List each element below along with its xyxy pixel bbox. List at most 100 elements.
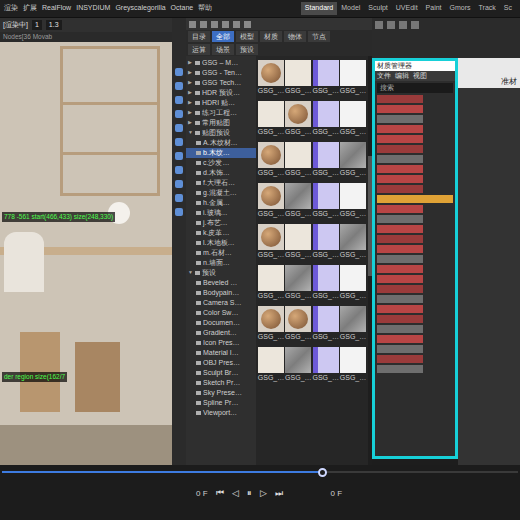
- material-thumb[interactable]: GSG_…: [340, 224, 366, 259]
- material-thumb[interactable]: GSG_…: [285, 347, 311, 382]
- material-thumb[interactable]: GSG_…: [313, 60, 339, 95]
- material-thumb[interactable]: GSG_…: [285, 306, 311, 341]
- material-row[interactable]: [377, 255, 423, 263]
- toolbar-icon[interactable]: [233, 21, 240, 28]
- material-row[interactable]: [377, 285, 423, 293]
- tree-item[interactable]: c.沙发…: [186, 158, 256, 168]
- material-row[interactable]: [377, 275, 423, 283]
- expand-icon[interactable]: ▶: [188, 79, 193, 87]
- browser-tab[interactable]: 全部: [212, 31, 234, 42]
- layout-tab[interactable]: Sculpt: [364, 2, 391, 15]
- tree-item[interactable]: ▶常用贴图: [186, 118, 256, 128]
- tree-item[interactable]: Bodypain…: [186, 288, 256, 298]
- material-thumb[interactable]: GSG_…: [313, 265, 339, 300]
- tree-item[interactable]: ▶GSG Tech…: [186, 78, 256, 88]
- search-field[interactable]: 搜索: [377, 83, 453, 93]
- material-thumb[interactable]: GSG_…: [285, 265, 311, 300]
- tree-item[interactable]: i.玻璃…: [186, 208, 256, 218]
- material-row[interactable]: [377, 135, 423, 143]
- expand-icon[interactable]: ▶: [188, 69, 193, 77]
- expand-icon[interactable]: ▼: [188, 269, 193, 277]
- material-thumb[interactable]: GSG_…: [258, 183, 284, 218]
- material-row[interactable]: [377, 355, 423, 363]
- material-thumb[interactable]: GSG_…: [285, 142, 311, 177]
- material-row[interactable]: [377, 185, 423, 193]
- tree-item[interactable]: l.木地板…: [186, 238, 256, 248]
- browser-tab[interactable]: 节点: [308, 31, 330, 42]
- tree-item[interactable]: Sketch Pr…: [186, 378, 256, 388]
- material-row[interactable]: [377, 165, 423, 173]
- material-thumb[interactable]: GSG_…: [258, 224, 284, 259]
- material-thumb[interactable]: GSG_…: [340, 306, 366, 341]
- tree-item[interactable]: Beveled …: [186, 278, 256, 288]
- tree-item[interactable]: Spline Pr…: [186, 398, 256, 408]
- material-row[interactable]: [377, 215, 423, 223]
- material-thumb[interactable]: GSG_…: [258, 347, 284, 382]
- tree-item[interactable]: Viewport…: [186, 408, 256, 418]
- material-thumb[interactable]: GSG_…: [340, 60, 366, 95]
- playhead[interactable]: [318, 468, 327, 477]
- tool-icon[interactable]: [175, 68, 183, 76]
- browser-tab[interactable]: 模型: [236, 31, 258, 42]
- browser-tab[interactable]: 目录: [188, 31, 210, 42]
- menu-item[interactable]: RealFlow: [42, 3, 71, 14]
- material-thumb[interactable]: GSG_…: [258, 101, 284, 136]
- layout-tab[interactable]: Track: [475, 2, 500, 15]
- material-thumb[interactable]: GSG_…: [258, 306, 284, 341]
- material-thumb[interactable]: GSG_…: [340, 265, 366, 300]
- material-thumb[interactable]: GSG_…: [313, 142, 339, 177]
- tree-item[interactable]: Gradient…: [186, 328, 256, 338]
- material-thumb[interactable]: GSG_…: [285, 224, 311, 259]
- expand-icon[interactable]: ▶: [188, 109, 193, 117]
- end-frame[interactable]: 0 F: [331, 488, 343, 500]
- menu-item[interactable]: 扩展: [23, 3, 37, 14]
- material-thumb[interactable]: GSG_…: [285, 60, 311, 95]
- toolbar-icon[interactable]: [189, 21, 196, 28]
- toolbar-icon[interactable]: [211, 21, 218, 28]
- menu-item[interactable]: 帮助: [198, 3, 212, 14]
- tree-item[interactable]: OBJ Pres…: [186, 358, 256, 368]
- tree-item[interactable]: n.墙面…: [186, 258, 256, 268]
- menu-item[interactable]: 渲染: [4, 3, 18, 14]
- layout-tab[interactable]: UVEdit: [392, 2, 422, 15]
- tool-icon[interactable]: [175, 124, 183, 132]
- tree-item[interactable]: ▶GSG - Ten…: [186, 68, 256, 78]
- tree-item[interactable]: Icon Pres…: [186, 338, 256, 348]
- tool-icon[interactable]: [175, 194, 183, 202]
- tree-item[interactable]: ▶HDR 预设…: [186, 88, 256, 98]
- tool-icon[interactable]: [175, 166, 183, 174]
- tree-item[interactable]: A.木纹材…: [186, 138, 256, 148]
- material-thumb[interactable]: GSG_…: [313, 347, 339, 382]
- tree-item[interactable]: j.布艺…: [186, 218, 256, 228]
- tree-item[interactable]: Documen…: [186, 318, 256, 328]
- toolbar-icon[interactable]: [375, 21, 383, 29]
- material-thumb[interactable]: GSG_…: [340, 101, 366, 136]
- playback-button[interactable]: ◁: [232, 487, 239, 501]
- material-row[interactable]: [377, 145, 423, 153]
- tool-icon[interactable]: [175, 138, 183, 146]
- material-row[interactable]: [377, 305, 423, 313]
- material-thumb[interactable]: GSG_…: [313, 101, 339, 136]
- material-thumb[interactable]: GSG_…: [285, 183, 311, 218]
- material-thumb[interactable]: GSG_…: [258, 265, 284, 300]
- playback-button[interactable]: ⏸: [247, 487, 252, 501]
- material-row[interactable]: [377, 365, 423, 373]
- tree-item[interactable]: Material I…: [186, 348, 256, 358]
- layout-tab[interactable]: Gmors: [446, 2, 475, 15]
- playback-button[interactable]: ▷: [260, 487, 267, 501]
- layout-tab[interactable]: Sc: [500, 2, 516, 15]
- timeline-track[interactable]: [0, 465, 520, 479]
- material-thumb[interactable]: GSG_…: [285, 101, 311, 136]
- browser-tab[interactable]: 物体: [284, 31, 306, 42]
- material-thumb[interactable]: GSG_…: [313, 224, 339, 259]
- tree-item[interactable]: d.木饰…: [186, 168, 256, 178]
- material-row[interactable]: [377, 265, 423, 273]
- material-row[interactable]: [377, 205, 423, 213]
- material-row[interactable]: [377, 345, 423, 353]
- tool-icon[interactable]: [175, 152, 183, 160]
- tree-item[interactable]: f.大理石…: [186, 178, 256, 188]
- material-row[interactable]: [377, 95, 423, 103]
- material-thumb[interactable]: GSG_…: [258, 142, 284, 177]
- material-row[interactable]: [377, 235, 423, 243]
- expand-icon[interactable]: ▶: [188, 119, 193, 127]
